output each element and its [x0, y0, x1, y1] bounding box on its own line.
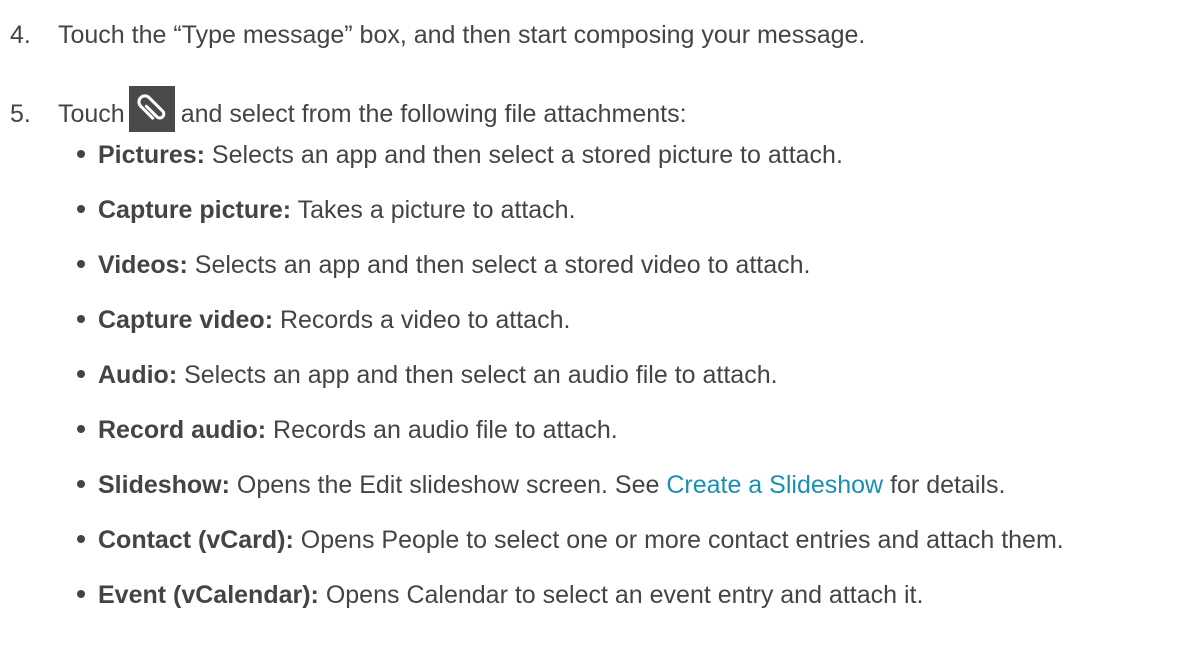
item-term: Audio: — [98, 361, 178, 389]
item-term: Slideshow: — [98, 471, 230, 499]
bullet-icon — [77, 205, 85, 214]
step-number: 5. — [10, 100, 31, 128]
item-description: Selects an app and then select a stored … — [204, 141, 843, 169]
bullet-icon — [77, 425, 85, 434]
list-item: Slideshow: Opens the Edit slideshow scre… — [77, 470, 1005, 500]
create-slideshow-link[interactable]: Create a Slideshow — [666, 471, 883, 499]
bullet-icon — [77, 590, 85, 599]
bullet-icon — [77, 480, 85, 489]
list-item: Capture video: Records a video to attach… — [77, 305, 570, 335]
step-number: 4. — [10, 21, 31, 49]
list-item: Contact (vCard): Opens People to select … — [77, 525, 1064, 555]
step-text-before: Touch — [58, 100, 125, 128]
bullet-icon — [77, 315, 85, 324]
step-text: Touch the “Type message” box, and then s… — [58, 21, 866, 49]
list-item: Event (vCalendar): Opens Calendar to sel… — [77, 580, 923, 610]
paperclip-icon — [128, 86, 175, 132]
item-description: Selects an app and then select an audio … — [177, 361, 778, 389]
item-term: Pictures: — [98, 141, 205, 169]
item-term: Capture video: — [98, 306, 274, 334]
step-5: 5. Touch and select from the following fil… — [10, 86, 687, 132]
item-term: Videos: — [98, 251, 188, 279]
bullet-icon — [77, 260, 85, 269]
item-term: Event (vCalendar): — [98, 581, 319, 609]
step-text-after: and select from the following file attac… — [180, 100, 687, 128]
bullet-icon — [77, 535, 85, 544]
list-item: Pictures: Selects an app and then select… — [77, 140, 843, 170]
item-description: Selects an app and then select a stored … — [187, 251, 811, 279]
item-term: Record audio: — [98, 416, 267, 444]
item-description-end: for details. — [883, 471, 1006, 499]
item-description: Records an audio file to attach. — [266, 416, 618, 444]
bullet-icon — [77, 150, 85, 159]
list-item: Record audio: Records an audio file to a… — [77, 415, 618, 445]
list-item: Videos: Selects an app and then select a… — [77, 250, 810, 280]
item-description: Takes a picture to attach. — [291, 196, 576, 224]
bullet-icon — [77, 370, 85, 379]
item-description: Records a video to attach. — [273, 306, 571, 334]
item-description: Opens the Edit slideshow screen. See — [229, 471, 667, 499]
item-term: Capture picture: — [98, 196, 292, 224]
list-item: Capture picture: Takes a picture to atta… — [77, 195, 576, 225]
step-4: 4. Touch the “Type message” box, and then… — [10, 20, 865, 50]
item-description: Opens Calendar to select an event entry … — [318, 581, 924, 609]
item-term: Contact (vCard): — [98, 526, 294, 554]
list-item: Audio: Selects an app and then select an… — [77, 360, 778, 390]
item-description: Opens People to select one or more conta… — [293, 526, 1064, 554]
